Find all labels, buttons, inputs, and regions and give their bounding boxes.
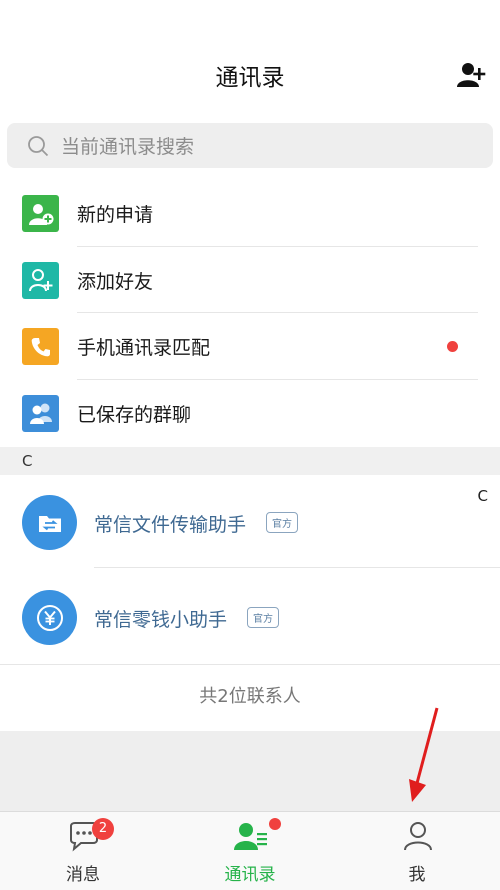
new-request-icon <box>22 195 59 232</box>
tab-me[interactable]: 我 <box>334 812 500 890</box>
add-friend-item[interactable]: 添加好友 <box>0 247 500 313</box>
phone-book-match-item[interactable]: 手机通讯录匹配 <box>0 313 500 380</box>
tab-messages[interactable]: 2 消息 <box>0 812 166 890</box>
contact-item-file-transfer[interactable]: 常信文件传输助手 官方 <box>0 475 500 568</box>
saved-groups-item[interactable]: 已保存的群聊 <box>0 380 500 447</box>
divider <box>94 567 500 568</box>
add-person-icon <box>457 63 486 87</box>
phone-book-label: 手机通讯录匹配 <box>77 337 211 359</box>
tab-label: 通讯录 <box>224 865 276 885</box>
section-letter: C <box>22 452 33 470</box>
contact-name: 常信零钱小助手 <box>94 609 228 631</box>
add-friend-label: 添加好友 <box>77 270 154 293</box>
fixed-entries-list: 新的申请 添加好友 手机通讯录匹配 已保存的群聊 <box>0 180 500 446</box>
contacts-icon <box>234 823 267 850</box>
header-bar: 通讯录 <box>0 0 500 118</box>
contact-name: 常信文件传输助手 <box>94 514 247 536</box>
new-request-item[interactable]: 新的申请 <box>0 180 500 247</box>
search-input[interactable] <box>59 123 463 170</box>
unread-dot <box>447 341 458 352</box>
official-badge: 官方 <box>266 512 298 533</box>
add-friend-icon <box>22 261 59 299</box>
tab-label: 我 <box>408 865 426 885</box>
official-badge: 官方 <box>247 607 279 628</box>
notification-dot <box>269 818 281 830</box>
unread-count-badge: 2 <box>92 818 114 840</box>
person-icon <box>404 822 432 851</box>
yuan-icon <box>22 590 77 645</box>
contact-item-wallet-helper[interactable]: 常信零钱小助手 官方 <box>0 570 500 663</box>
file-transfer-icon <box>22 495 77 550</box>
add-contact-button[interactable] <box>456 60 486 90</box>
page-title: 通讯录 <box>215 65 285 91</box>
phone-book-icon <box>22 328 59 365</box>
tab-contacts[interactable]: 通讯录 <box>167 812 333 890</box>
bottom-tab-bar: 2 消息 通讯录 我 <box>0 811 500 890</box>
section-header-c: C <box>0 447 500 475</box>
search-bar[interactable] <box>7 123 493 170</box>
search-icon <box>28 136 49 157</box>
group-chat-icon <box>22 394 59 432</box>
new-request-label: 新的申请 <box>77 204 154 226</box>
annotation-arrow-icon <box>409 707 439 802</box>
saved-groups-label: 已保存的群聊 <box>77 403 192 426</box>
tab-label: 消息 <box>66 865 100 885</box>
